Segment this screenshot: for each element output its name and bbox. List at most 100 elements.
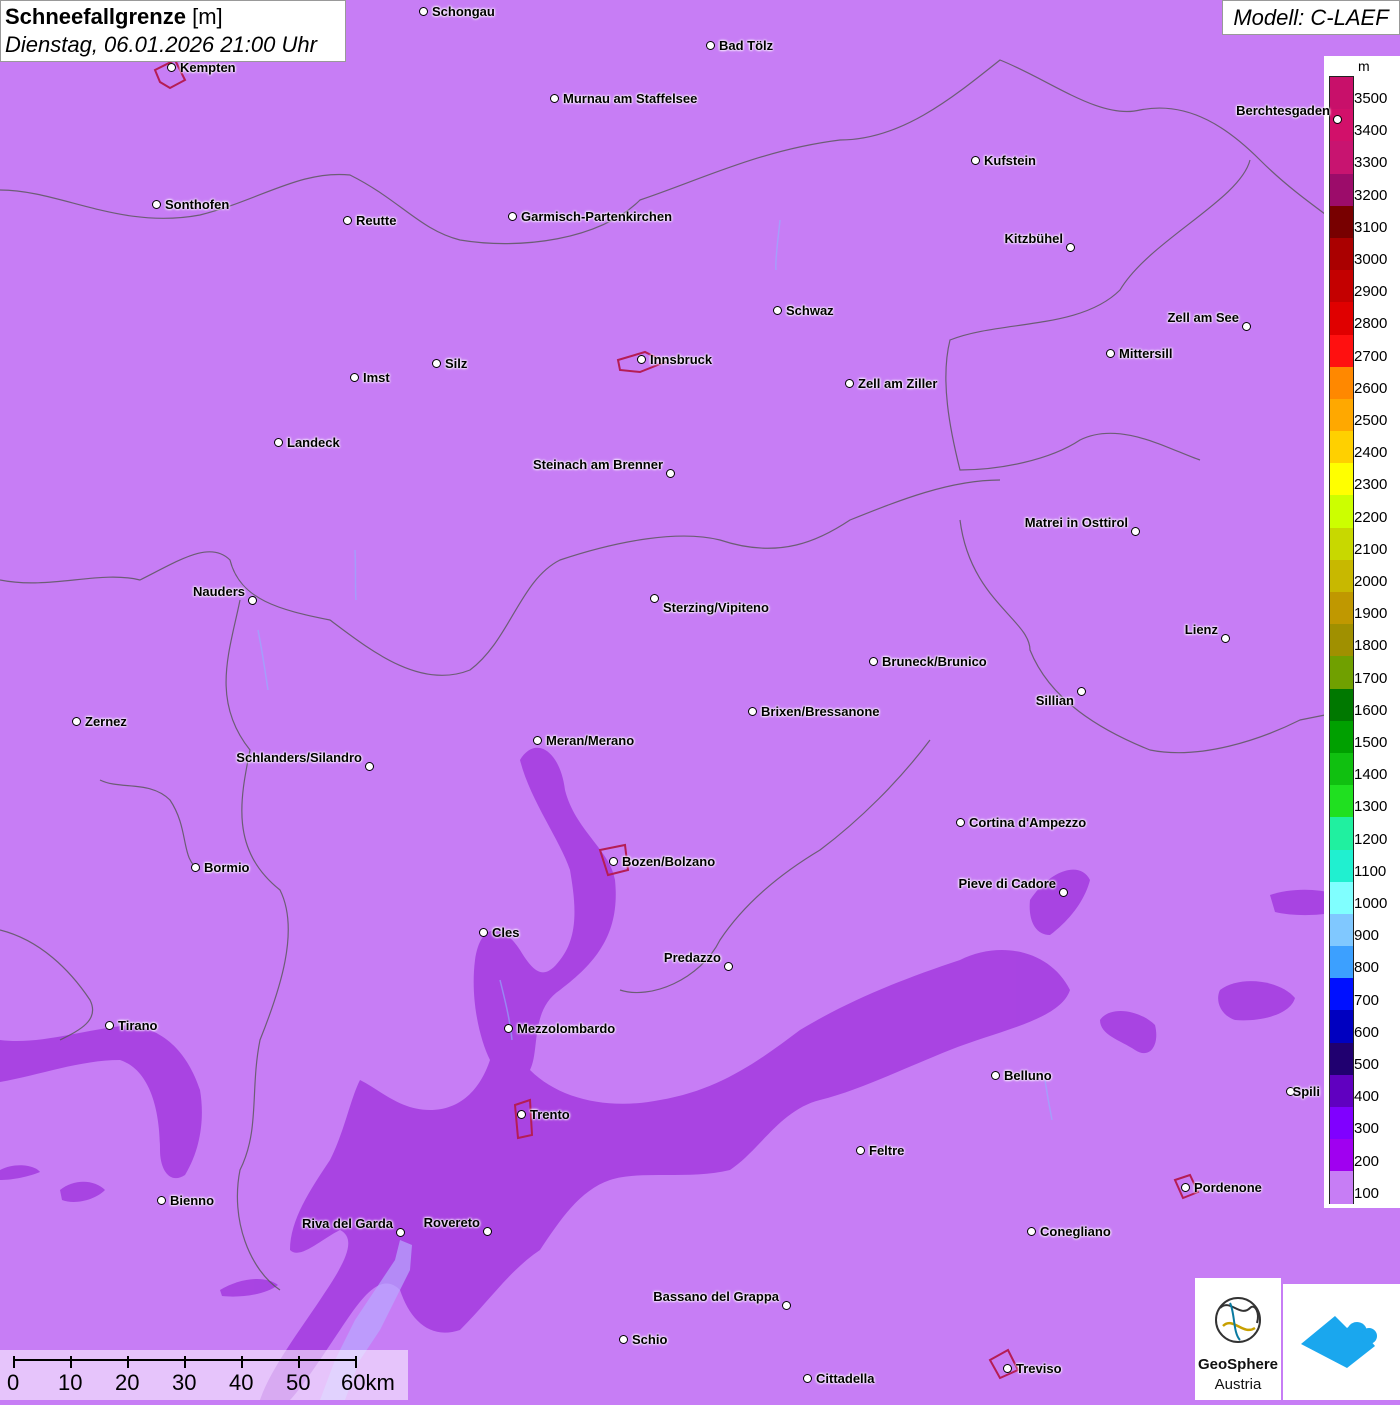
legend-label: 700 (1354, 991, 1380, 1009)
legend-swatch (1330, 1171, 1353, 1204)
legend-label: 1500 (1354, 734, 1388, 751)
legend-label: 2700 (1354, 347, 1388, 365)
city-marker (1066, 243, 1075, 252)
legend-label: 2600 (1354, 379, 1388, 397)
legend-swatch (1330, 109, 1353, 142)
legend-swatch (1330, 752, 1353, 786)
legend-swatch (1330, 334, 1353, 367)
city-label: Bruneck/Brunico (882, 654, 987, 669)
mountain-cloud-icon (1301, 1316, 1377, 1368)
city-label: Innsbruck (650, 352, 713, 367)
legend-swatch (1330, 785, 1353, 818)
geosphere-logo-icon (1215, 1297, 1261, 1343)
legend-swatch (1330, 817, 1353, 850)
city-marker (619, 1335, 628, 1344)
legend-label: 2300 (1354, 476, 1388, 494)
city-label: Lienz (1184, 622, 1218, 637)
city-label: Meran/Merano (546, 733, 635, 748)
legend-label: 1300 (1354, 798, 1388, 816)
city-marker (1333, 115, 1342, 124)
legend-label: 1900 (1354, 605, 1388, 623)
scale-label-60km: 60km (341, 1370, 395, 1395)
legend-swatch (1330, 237, 1353, 271)
legend-swatch (1330, 1107, 1353, 1140)
geosphere-country: Austria (1214, 1376, 1262, 1393)
city-label: Sterzing/Vipiteno (663, 600, 769, 615)
legend-label: 2800 (1354, 315, 1388, 333)
city-label: Treviso (1016, 1361, 1062, 1376)
city-label: Schwaz (786, 303, 834, 318)
legend-swatch (1330, 1010, 1353, 1043)
legend-swatch (1330, 624, 1353, 657)
city-marker (248, 596, 257, 605)
city-label: Nauders (192, 584, 245, 599)
city-marker (1059, 888, 1068, 897)
city-marker (856, 1146, 865, 1155)
city-marker (343, 216, 352, 225)
legend-label: 2000 (1354, 573, 1388, 590)
legend-label: 200 (1354, 1152, 1380, 1170)
city-marker (1106, 349, 1115, 358)
city-label: Belluno (1004, 1068, 1052, 1083)
city-label: Landeck (287, 435, 340, 450)
city-marker (845, 379, 854, 388)
variable-name: Schneefallgrenze (5, 4, 186, 29)
city-label: Zernez (85, 714, 127, 729)
city-marker (533, 736, 542, 745)
city-label: Riva del Garda (301, 1216, 393, 1231)
scale-label-50: 50 (286, 1370, 311, 1395)
legend-label: 2900 (1354, 283, 1388, 301)
legend-label: 3100 (1354, 218, 1388, 236)
legend-swatch (1330, 527, 1353, 560)
legend-label: 600 (1354, 1023, 1380, 1041)
scale-label-30: 30 (172, 1370, 197, 1395)
city-marker (365, 762, 374, 771)
scale-label-40: 40 (229, 1370, 254, 1395)
city-marker (157, 1196, 166, 1205)
legend-label: 1700 (1354, 669, 1388, 687)
city-marker (773, 306, 782, 315)
city-marker (483, 1227, 492, 1236)
city-marker (609, 857, 618, 866)
variable-unit: [m] (192, 4, 223, 29)
legend-label: 1200 (1354, 830, 1388, 848)
legend-swatch (1330, 849, 1353, 882)
city-label: Sonthofen (165, 197, 230, 212)
legend-swatch (1330, 656, 1353, 689)
legend-label: 1000 (1354, 895, 1388, 912)
city-label: Predazzo (663, 950, 721, 965)
city-marker (724, 962, 733, 971)
city-label: Zell am See (1167, 310, 1239, 325)
legend-swatch (1330, 1139, 1353, 1172)
city-label: Trento (530, 1107, 570, 1122)
legend-label: 3400 (1354, 122, 1388, 140)
scale-label-10: 10 (58, 1370, 83, 1395)
title-box: Schneefallgrenze [m] Dienstag, 06.01.202… (0, 0, 346, 62)
city-label: Sillian (1035, 693, 1074, 708)
city-label: Cortina d'Ampezzo (969, 815, 1087, 830)
scale-label-20: 20 (115, 1370, 140, 1395)
city-label: Bad Tölz (719, 38, 774, 53)
legend-unit: m (1358, 58, 1370, 74)
city-label: Conegliano (1040, 1224, 1111, 1239)
app-logo[interactable] (1283, 1284, 1400, 1400)
legend-label: 2400 (1354, 444, 1388, 462)
legend-label: 1800 (1354, 637, 1388, 655)
legend-swatch (1330, 173, 1353, 206)
city-marker (432, 359, 441, 368)
legend-swatch (1330, 978, 1353, 1011)
legend-swatch (1330, 431, 1353, 464)
title-line: Schneefallgrenze [m] (5, 3, 341, 31)
city-marker (550, 94, 559, 103)
city-label: Schlanders/Silandro (236, 750, 362, 765)
city-label: Steinach am Brenner (532, 457, 663, 472)
legend-label: 2500 (1354, 412, 1388, 429)
city-marker (517, 1110, 526, 1119)
city-marker (1003, 1364, 1012, 1373)
city-label: Brixen/Bressanone (761, 704, 880, 719)
city-marker (956, 818, 965, 827)
city-marker (1181, 1183, 1190, 1192)
legend-label: 3500 (1354, 90, 1388, 107)
city-label: Spili (1292, 1084, 1320, 1099)
legend-swatch (1330, 463, 1353, 496)
